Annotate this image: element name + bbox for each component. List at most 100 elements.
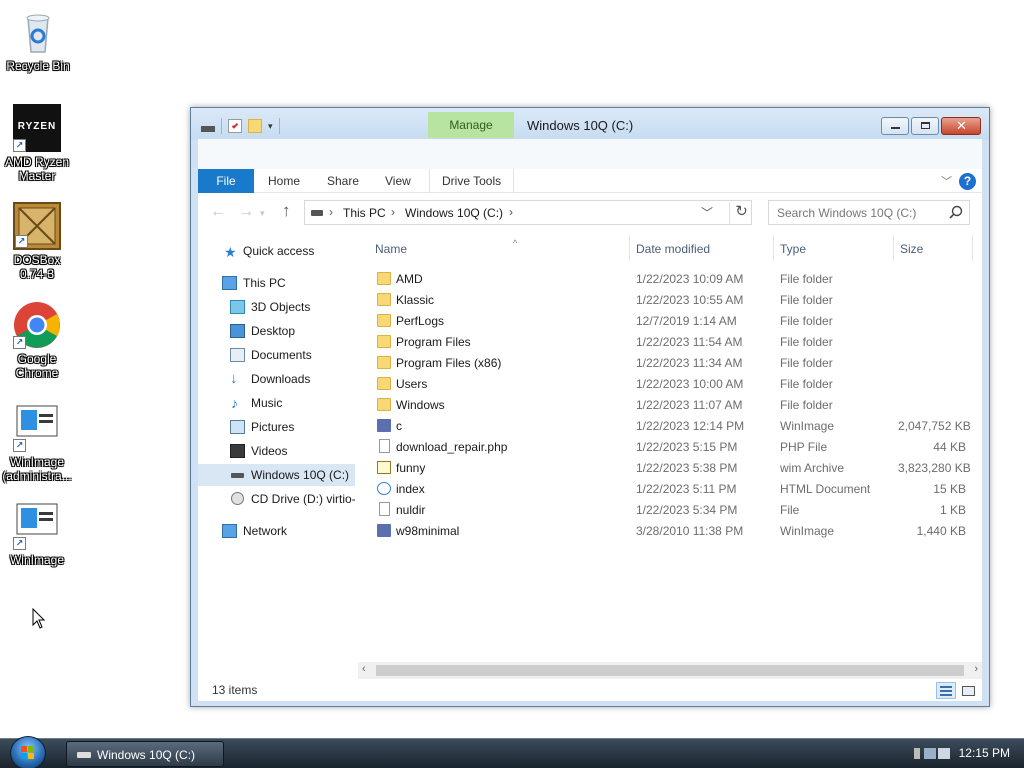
minimize-button[interactable] [881, 117, 909, 135]
cd-drive-icon [231, 492, 244, 505]
folder-icon [377, 377, 391, 390]
mouse-cursor-icon [32, 607, 46, 633]
volume-icon[interactable] [938, 748, 950, 759]
tab-drive-tools[interactable]: Drive Tools [429, 169, 515, 193]
search-input[interactable]: Search Windows 10Q (C:) [768, 200, 970, 225]
maximize-icon [921, 122, 930, 129]
help-button[interactable]: ? [959, 173, 976, 190]
breadcrumb-separator-icon[interactable]: › [391, 205, 395, 219]
computer-icon [222, 276, 237, 290]
file-row[interactable]: Program Files 1/22/2023 11:54 AM File fo… [358, 331, 982, 352]
file-row[interactable]: w98minimal 3/28/2010 11:38 PM WinImage 1… [358, 520, 982, 541]
tab-file[interactable]: File [198, 169, 254, 193]
back-arrow-icon[interactable]: ← [210, 203, 226, 221]
sidebar-item-documents[interactable]: Documents [198, 344, 355, 366]
sidebar-item-this-pc[interactable]: This PC [198, 272, 355, 294]
file-row[interactable]: Klassic 1/22/2023 10:55 AM File folder [358, 289, 982, 310]
large-icons-view-icon[interactable] [958, 682, 978, 699]
desktop-icon-dosbox[interactable]: ↗ DOSBox 0.74-3 [0, 202, 75, 281]
scrollbar-thumb[interactable] [376, 665, 964, 676]
properties-icon[interactable] [228, 119, 242, 133]
sidebar-item-music[interactable]: ♪ Music [198, 392, 355, 414]
file-row[interactable]: nuldir 1/22/2023 5:34 PM File 1 KB [358, 499, 982, 520]
breadcrumb-separator-icon[interactable]: › [509, 205, 513, 219]
sidebar-item-windows-10q-c[interactable]: Windows 10Q (C:) [198, 464, 355, 486]
file-row[interactable]: AMD 1/22/2023 10:09 AM File folder [358, 268, 982, 289]
file-row[interactable]: funny 1/22/2023 5:38 PM wim Archive 3,82… [358, 457, 982, 478]
search-icon[interactable] [949, 205, 963, 222]
file-icon [379, 439, 390, 453]
file-row[interactable]: download_repair.php 1/22/2023 5:15 PM PH… [358, 436, 982, 457]
column-header-type[interactable]: Type [780, 239, 806, 259]
address-bar[interactable]: › This PC › Windows 10Q (C:) › ﹀ ↻ [304, 200, 752, 225]
sidebar-item-quick-access[interactable]: ★ Quick access [198, 240, 355, 262]
show-hidden-icons-icon[interactable] [914, 748, 920, 759]
title-bar[interactable]: ▾ Manage Windows 10Q (C:) ✕ [191, 108, 989, 140]
sidebar-item-pictures[interactable]: Pictures [198, 416, 355, 438]
file-row[interactable]: PerfLogs 12/7/2019 1:14 AM File folder [358, 310, 982, 331]
desktop-icon-winimage-admin[interactable]: ↗ WinImage (administra... [0, 404, 75, 483]
scroll-left-arrow-icon[interactable]: ‹ [362, 663, 366, 675]
details-view-icon[interactable] [936, 682, 956, 699]
tab-home[interactable]: Home [268, 169, 300, 193]
file-row[interactable]: Users 1/22/2023 10:00 AM File folder [358, 373, 982, 394]
tab-manage[interactable]: Manage [428, 112, 514, 138]
shortcut-arrow-icon: ↗ [15, 235, 28, 248]
start-button[interactable] [10, 736, 46, 768]
sidebar-item-downloads[interactable]: ↓ Downloads [198, 368, 355, 390]
file-row[interactable]: c 1/22/2023 12:14 PM WinImage 2,047,752 … [358, 415, 982, 436]
file-row[interactable]: Windows 1/22/2023 11:07 AM File folder [358, 394, 982, 415]
customize-toolbar-dropdown-icon[interactable]: ▾ [268, 121, 273, 132]
close-button[interactable]: ✕ [941, 117, 981, 135]
sort-ascending-icon: ^ [513, 238, 518, 248]
system-tray: 12:15 PM [912, 739, 1024, 768]
shortcut-arrow-icon: ↗ [13, 439, 26, 452]
navigation-bar: ← → ▾ ↑ › This PC › Windows 10Q (C:) › ﹀… [198, 197, 982, 227]
folder-icon [377, 335, 391, 348]
desktop-icon-recycle-bin[interactable]: Recycle Bin [0, 8, 76, 73]
column-header-date-modified[interactable]: Date modified [636, 239, 710, 259]
music-note-icon: ♪ [231, 395, 238, 411]
network-icon[interactable] [924, 748, 936, 759]
desktop-icon-amd-ryzen-master[interactable]: RYZEN ↗ AMD Ryzen Master [0, 104, 75, 183]
file-row[interactable]: index 1/22/2023 5:11 PM HTML Document 15… [358, 478, 982, 499]
taskbar-button-explorer[interactable]: Windows 10Q (C:) [66, 741, 224, 767]
breadcrumb-separator-icon[interactable]: › [329, 205, 333, 219]
breadcrumb-drive[interactable]: Windows 10Q (C:) [405, 206, 503, 220]
sidebar-item-network[interactable]: Network [198, 520, 355, 542]
folder-icon [377, 398, 391, 411]
breadcrumb-this-pc[interactable]: This PC [343, 206, 386, 220]
navigation-pane: ★ Quick access This PC 3D Objects Deskto… [198, 235, 355, 655]
tab-view[interactable]: View [385, 169, 411, 193]
tab-share[interactable]: Share [327, 169, 359, 193]
new-folder-icon[interactable] [248, 119, 262, 133]
sidebar-item-videos[interactable]: Videos [198, 440, 355, 462]
column-header-size[interactable]: Size [900, 239, 923, 259]
desktop-icon-label: WinImage [9, 553, 65, 567]
shortcut-arrow-icon: ↗ [13, 537, 26, 550]
floppy-icon [377, 524, 391, 537]
sidebar-item-desktop[interactable]: Desktop [198, 320, 355, 342]
explorer-window[interactable]: ▾ Manage Windows 10Q (C:) ✕ File Home Sh… [190, 107, 990, 707]
desktop-icon-google-chrome[interactable]: ↗ Google Chrome [0, 301, 75, 380]
drive-icon[interactable] [201, 126, 215, 132]
sidebar-item-3d-objects[interactable]: 3D Objects [198, 296, 355, 318]
desktop-icon-label: AMD Ryzen Master [4, 155, 69, 183]
scroll-right-arrow-icon[interactable]: › [974, 663, 978, 675]
recent-locations-chevron-icon[interactable]: ▾ [260, 208, 265, 219]
sidebar-item-cd-drive[interactable]: CD Drive (D:) virtio- [198, 488, 355, 510]
shortcut-arrow-icon: ↗ [13, 336, 26, 349]
maximize-button[interactable] [911, 117, 939, 135]
expand-ribbon-chevron-icon[interactable]: ﹀ [941, 173, 952, 189]
desktop-icon-label: Recycle Bin [6, 59, 70, 73]
column-header-name[interactable]: Name ^ [375, 238, 625, 259]
item-count: 13 items [212, 683, 258, 697]
forward-arrow-icon[interactable]: → [238, 203, 254, 221]
horizontal-scrollbar[interactable]: ‹ › [358, 662, 982, 679]
refresh-icon[interactable]: ↻ [729, 202, 753, 224]
file-row[interactable]: Program Files (x86) 1/22/2023 11:34 AM F… [358, 352, 982, 373]
up-arrow-icon[interactable]: ↑ [282, 201, 291, 221]
address-dropdown-chevron-icon[interactable]: ﹀ [701, 204, 713, 221]
desktop-icon-winimage[interactable]: ↗ WinImage [0, 502, 75, 567]
clock[interactable]: 12:15 PM [959, 746, 1010, 760]
